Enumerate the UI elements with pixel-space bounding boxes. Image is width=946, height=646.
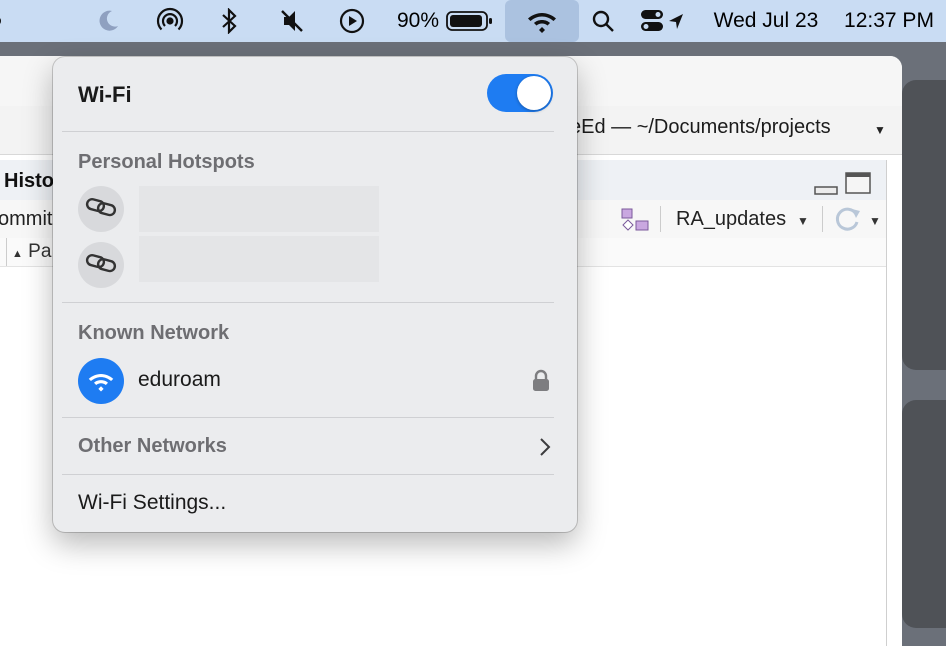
link-icon	[85, 253, 117, 278]
status-icon[interactable]	[0, 0, 6, 42]
project-selector[interactable]: ceEd — ~/Documents/projects	[560, 116, 831, 139]
project-caret-icon[interactable]: ▼	[874, 123, 886, 137]
other-networks-item[interactable]: Other Networks	[78, 435, 227, 458]
background-panel	[902, 80, 946, 370]
control-center-icon[interactable]	[638, 0, 688, 42]
moon-icon[interactable]	[90, 0, 126, 42]
speaker-muted-icon[interactable]	[274, 0, 310, 42]
branch-diagram-icon[interactable]	[620, 207, 650, 238]
link-icon	[85, 197, 117, 222]
maximize-pane-icon[interactable]	[845, 172, 871, 199]
branch-selector[interactable]: RA_updates	[676, 208, 786, 231]
network-name-eduroam[interactable]: eduroam	[138, 368, 221, 392]
bluetooth-icon[interactable]	[214, 0, 244, 42]
wifi-settings-item[interactable]: Wi-Fi Settings...	[78, 491, 226, 515]
known-network-heading: Known Network	[78, 322, 230, 344]
toggle-knob	[517, 76, 551, 110]
background-panel	[902, 400, 946, 628]
tab-history[interactable]: Histo	[4, 170, 54, 193]
menubar-time[interactable]: 12:37 PM	[836, 0, 942, 42]
wifi-toggle[interactable]	[487, 74, 553, 112]
refresh-icon[interactable]	[834, 205, 862, 238]
battery-icon[interactable]	[446, 0, 494, 42]
airdrop-icon[interactable]	[150, 0, 190, 42]
divider	[62, 417, 554, 418]
divider-icon	[6, 238, 7, 266]
column-header-path[interactable]: ▲ Pa	[12, 241, 51, 263]
column-header-label: Pa	[28, 241, 52, 262]
battery-percent[interactable]: 90%	[394, 0, 442, 42]
commit-button[interactable]: ommit	[0, 208, 52, 231]
hotspot-name-1[interactable]	[139, 186, 379, 232]
sort-ascending-icon: ▲	[12, 248, 23, 260]
divider	[62, 302, 554, 303]
wifi-icon[interactable]	[78, 358, 124, 404]
menubar-date[interactable]: Wed Jul 23	[704, 0, 828, 42]
wifi-menu-icon[interactable]	[505, 0, 579, 42]
minimize-pane-icon[interactable]	[814, 183, 838, 201]
wifi-menu-title: Wi-Fi	[78, 82, 132, 107]
lock-icon	[532, 369, 550, 398]
personal-hotspots-heading: Personal Hotspots	[78, 151, 255, 173]
wifi-menu: Wi-Fi Personal Hotspots Known Network ed…	[53, 57, 577, 532]
branch-caret-icon[interactable]: ▼	[797, 214, 809, 228]
refresh-caret-icon[interactable]: ▼	[869, 214, 881, 228]
hotspot-item-2[interactable]	[78, 242, 124, 288]
hotspot-item-1[interactable]	[78, 186, 124, 232]
divider-icon	[660, 206, 661, 232]
divider	[62, 474, 554, 475]
hotspot-name-2[interactable]	[139, 236, 379, 282]
search-icon[interactable]	[588, 0, 618, 42]
chevron-right-icon[interactable]	[539, 437, 551, 462]
divider-icon	[822, 206, 823, 232]
divider	[62, 131, 554, 132]
menu-bar: 90% Wed Jul 23 12:37 PM	[0, 0, 946, 42]
now-playing-icon[interactable]	[336, 0, 368, 42]
